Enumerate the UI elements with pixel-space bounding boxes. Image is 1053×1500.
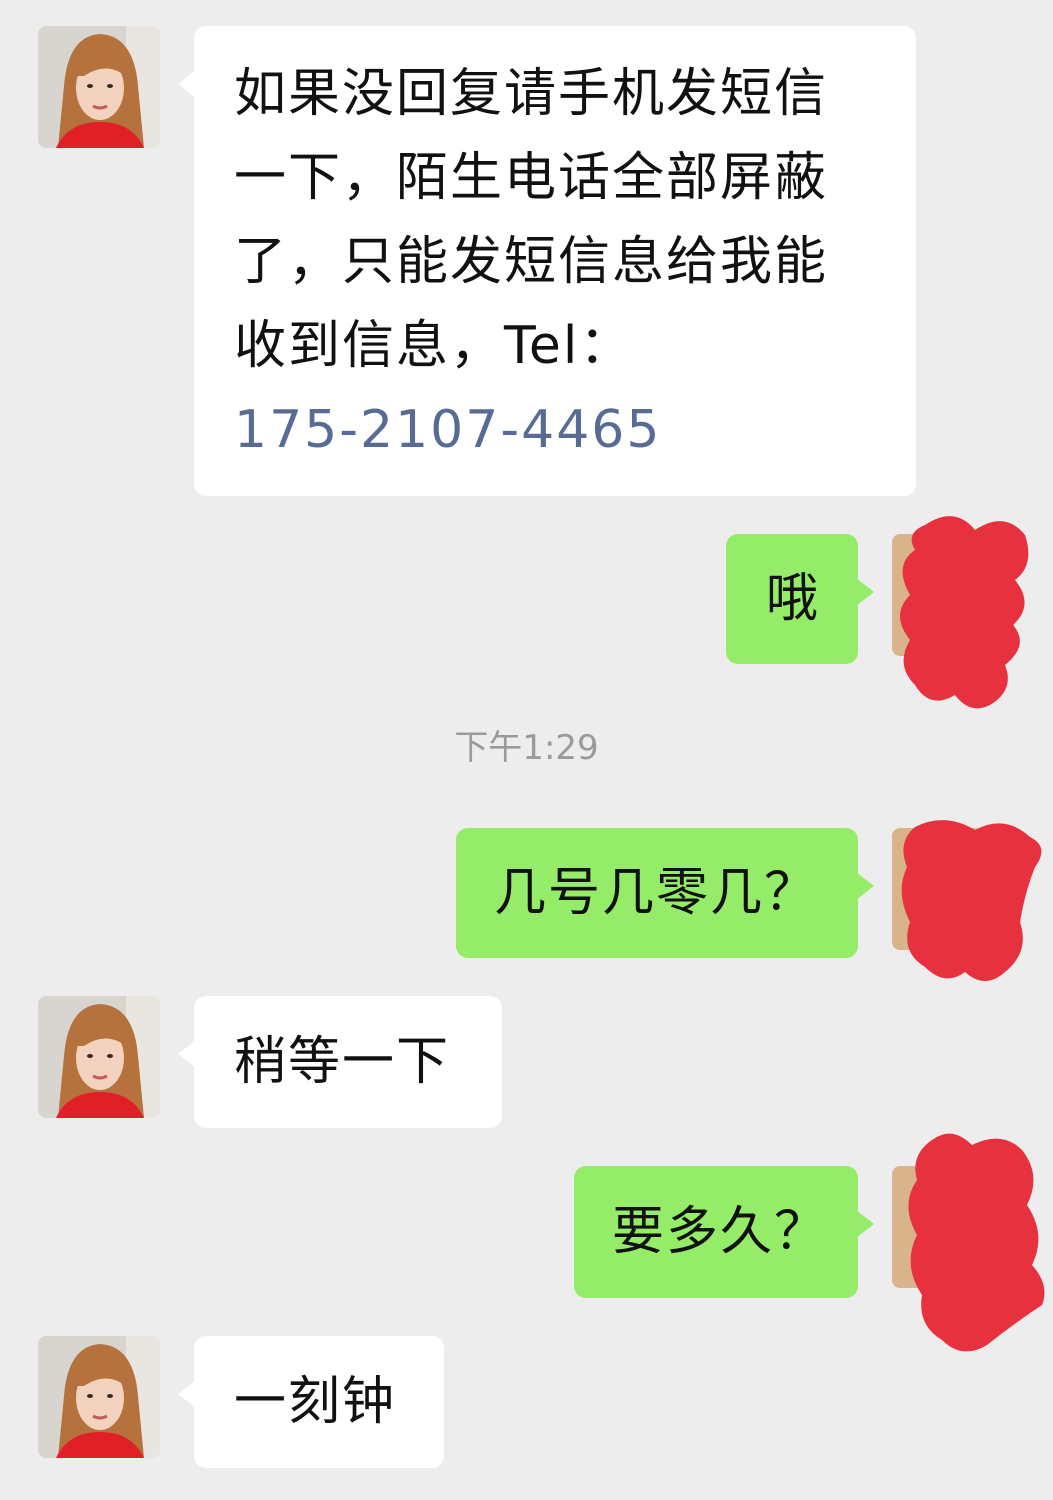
message-line: 了，只能发短信息给我能 <box>234 232 829 292</box>
phone-number-link[interactable]: 175-2107-4465 <box>234 388 896 472</box>
bubble-tail <box>856 872 874 900</box>
message-line: 如果没回复请手机发短信 <box>234 64 829 124</box>
message-text: 稍等一下 <box>234 1032 451 1092</box>
message-line: 收到信息，Tel： <box>234 316 634 376</box>
bubble-tail <box>178 70 196 98</box>
woman-portrait-icon <box>38 996 160 1118</box>
contact-avatar[interactable] <box>38 1336 160 1458</box>
self-avatar[interactable] <box>892 828 1014 950</box>
message-line: 一下，陌生电话全部屏蔽 <box>234 148 829 208</box>
message-text: 一刻钟 <box>234 1372 397 1432</box>
message-bubble[interactable]: 几号几零几？ <box>456 828 874 958</box>
self-avatar[interactable] <box>892 534 1014 656</box>
self-avatar[interactable] <box>892 1166 1014 1288</box>
redacted-avatar-icon <box>892 828 1014 950</box>
redacted-avatar-icon <box>892 534 1014 656</box>
chat-timestamp: 下午1:29 <box>454 728 599 768</box>
message-bubble[interactable]: 哦 <box>726 534 874 664</box>
message-bubble[interactable]: 稍等一下 <box>178 996 502 1128</box>
redacted-avatar-icon <box>892 1166 1014 1288</box>
message-text: 哦 <box>766 569 821 629</box>
message-text: 几号几零几？ <box>494 863 819 923</box>
contact-avatar[interactable] <box>38 26 160 148</box>
bubble-tail <box>856 1210 874 1238</box>
woman-portrait-icon <box>38 1336 160 1458</box>
bubble-tail <box>178 1040 196 1068</box>
message-bubble[interactable]: 如果没回复请手机发短信 一下，陌生电话全部屏蔽 了，只能发短信息给我能 收到信息… <box>178 26 916 496</box>
bubble-tail <box>178 1380 196 1408</box>
bubble-tail <box>856 578 874 606</box>
message-text: 要多久？ <box>612 1202 829 1262</box>
message-bubble[interactable]: 一刻钟 <box>178 1336 444 1468</box>
contact-avatar[interactable] <box>38 996 160 1118</box>
message-bubble[interactable]: 要多久？ <box>574 1166 874 1298</box>
woman-portrait-icon <box>38 26 160 148</box>
